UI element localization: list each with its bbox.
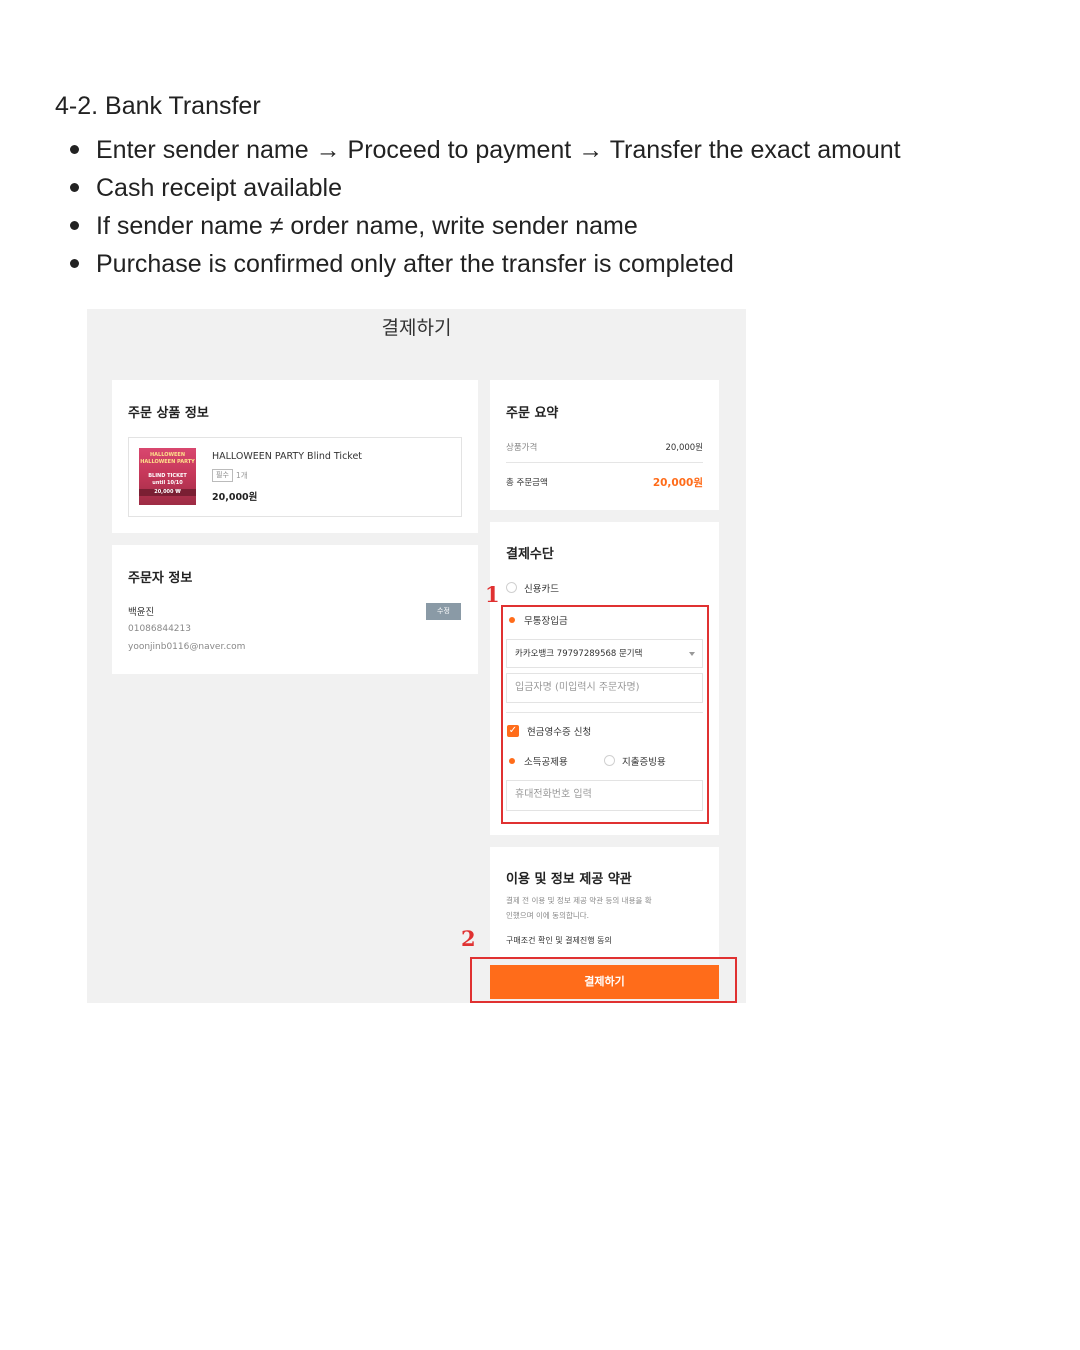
total-label: 총 주문금액 — [506, 478, 548, 488]
orderer-phone: 01086844213 — [128, 624, 191, 634]
terms-agree-label[interactable]: 구매조건 확인 및 결제진행 동의 — [506, 935, 612, 946]
terms-panel: 이용 및 정보 제공 약관 결제 전 이용 및 정보 제공 약관 등의 내용을 … — [490, 847, 719, 959]
annotation-number-1: 1 — [485, 582, 500, 607]
thumbnail-text: HALLOWEEN PARTY — [140, 459, 195, 465]
bullet-item: Cash receipt available — [70, 169, 901, 207]
thumbnail-text: 20,000 ₩ — [139, 489, 196, 496]
bullet-list: Enter sender name → Proceed to payment →… — [70, 131, 901, 283]
orderer-info-title: 주문자 정보 — [128, 571, 193, 586]
product-info-panel: 주문 상품 정보 HALLOWEEN HALLOWEEN PARTY BLIND… — [112, 380, 478, 533]
annotation-box-1 — [501, 605, 709, 824]
checkout-screenshot: 결제하기 주문 상품 정보 HALLOWEEN HALLOWEEN PARTY … — [87, 309, 746, 1003]
thumbnail-text: BLIND TICKET — [148, 473, 187, 479]
product-thumbnail: HALLOWEEN HALLOWEEN PARTY BLIND TICKET u… — [139, 448, 196, 505]
product-quantity: 1개 — [236, 471, 248, 480]
bullet-item: Enter sender name → Proceed to payment →… — [70, 131, 901, 169]
thumbnail-text: until 10/10 — [152, 480, 183, 486]
terms-description-line: 인했으며 이에 동의합니다. — [506, 911, 590, 920]
required-badge: 필수 — [212, 469, 233, 482]
thumbnail-text: HALLOWEEN — [149, 452, 186, 458]
orderer-name: 백윤진 — [128, 607, 155, 618]
page-title: 결제하기 — [381, 317, 452, 339]
product-price-label: 상품가격 — [506, 443, 538, 453]
terms-title: 이용 및 정보 제공 약관 — [506, 872, 632, 887]
order-summary-title: 주문 요약 — [506, 406, 559, 421]
order-summary-panel: 주문 요약 상품가격 20,000원 총 주문금액 20,000원 — [490, 380, 719, 510]
bullet-item: Purchase is confirmed only after the tra… — [70, 245, 901, 283]
bullet-item: If sender name ≠ order name, write sende… — [70, 207, 901, 245]
credit-card-radio[interactable] — [506, 582, 517, 593]
doc-heading: 4-2. Bank Transfer — [55, 92, 261, 120]
credit-card-label[interactable]: 신용카드 — [524, 581, 559, 595]
product-name: HALLOWEEN PARTY Blind Ticket — [212, 451, 363, 462]
orderer-email: yoonjinb0116@naver.com — [128, 642, 246, 652]
orderer-info-panel: 주문자 정보 백윤진 01086844213 yoonjinb0116@nave… — [112, 545, 478, 674]
annotation-number-2: 2 — [461, 926, 476, 951]
product-info-title: 주문 상품 정보 — [128, 406, 209, 421]
product-price-value: 20,000원 — [665, 443, 703, 453]
divider — [506, 462, 703, 463]
annotation-box-2 — [470, 957, 737, 1003]
payment-method-title: 결제수단 — [506, 547, 554, 562]
product-item[interactable]: HALLOWEEN HALLOWEEN PARTY BLIND TICKET u… — [128, 437, 462, 517]
product-price: 20,000원 — [212, 492, 258, 503]
terms-description-line: 결제 전 이용 및 정보 제공 약관 등의 내용을 확 — [506, 896, 652, 905]
edit-orderer-button[interactable]: 수정 — [426, 603, 461, 620]
total-value: 20,000원 — [652, 477, 703, 489]
